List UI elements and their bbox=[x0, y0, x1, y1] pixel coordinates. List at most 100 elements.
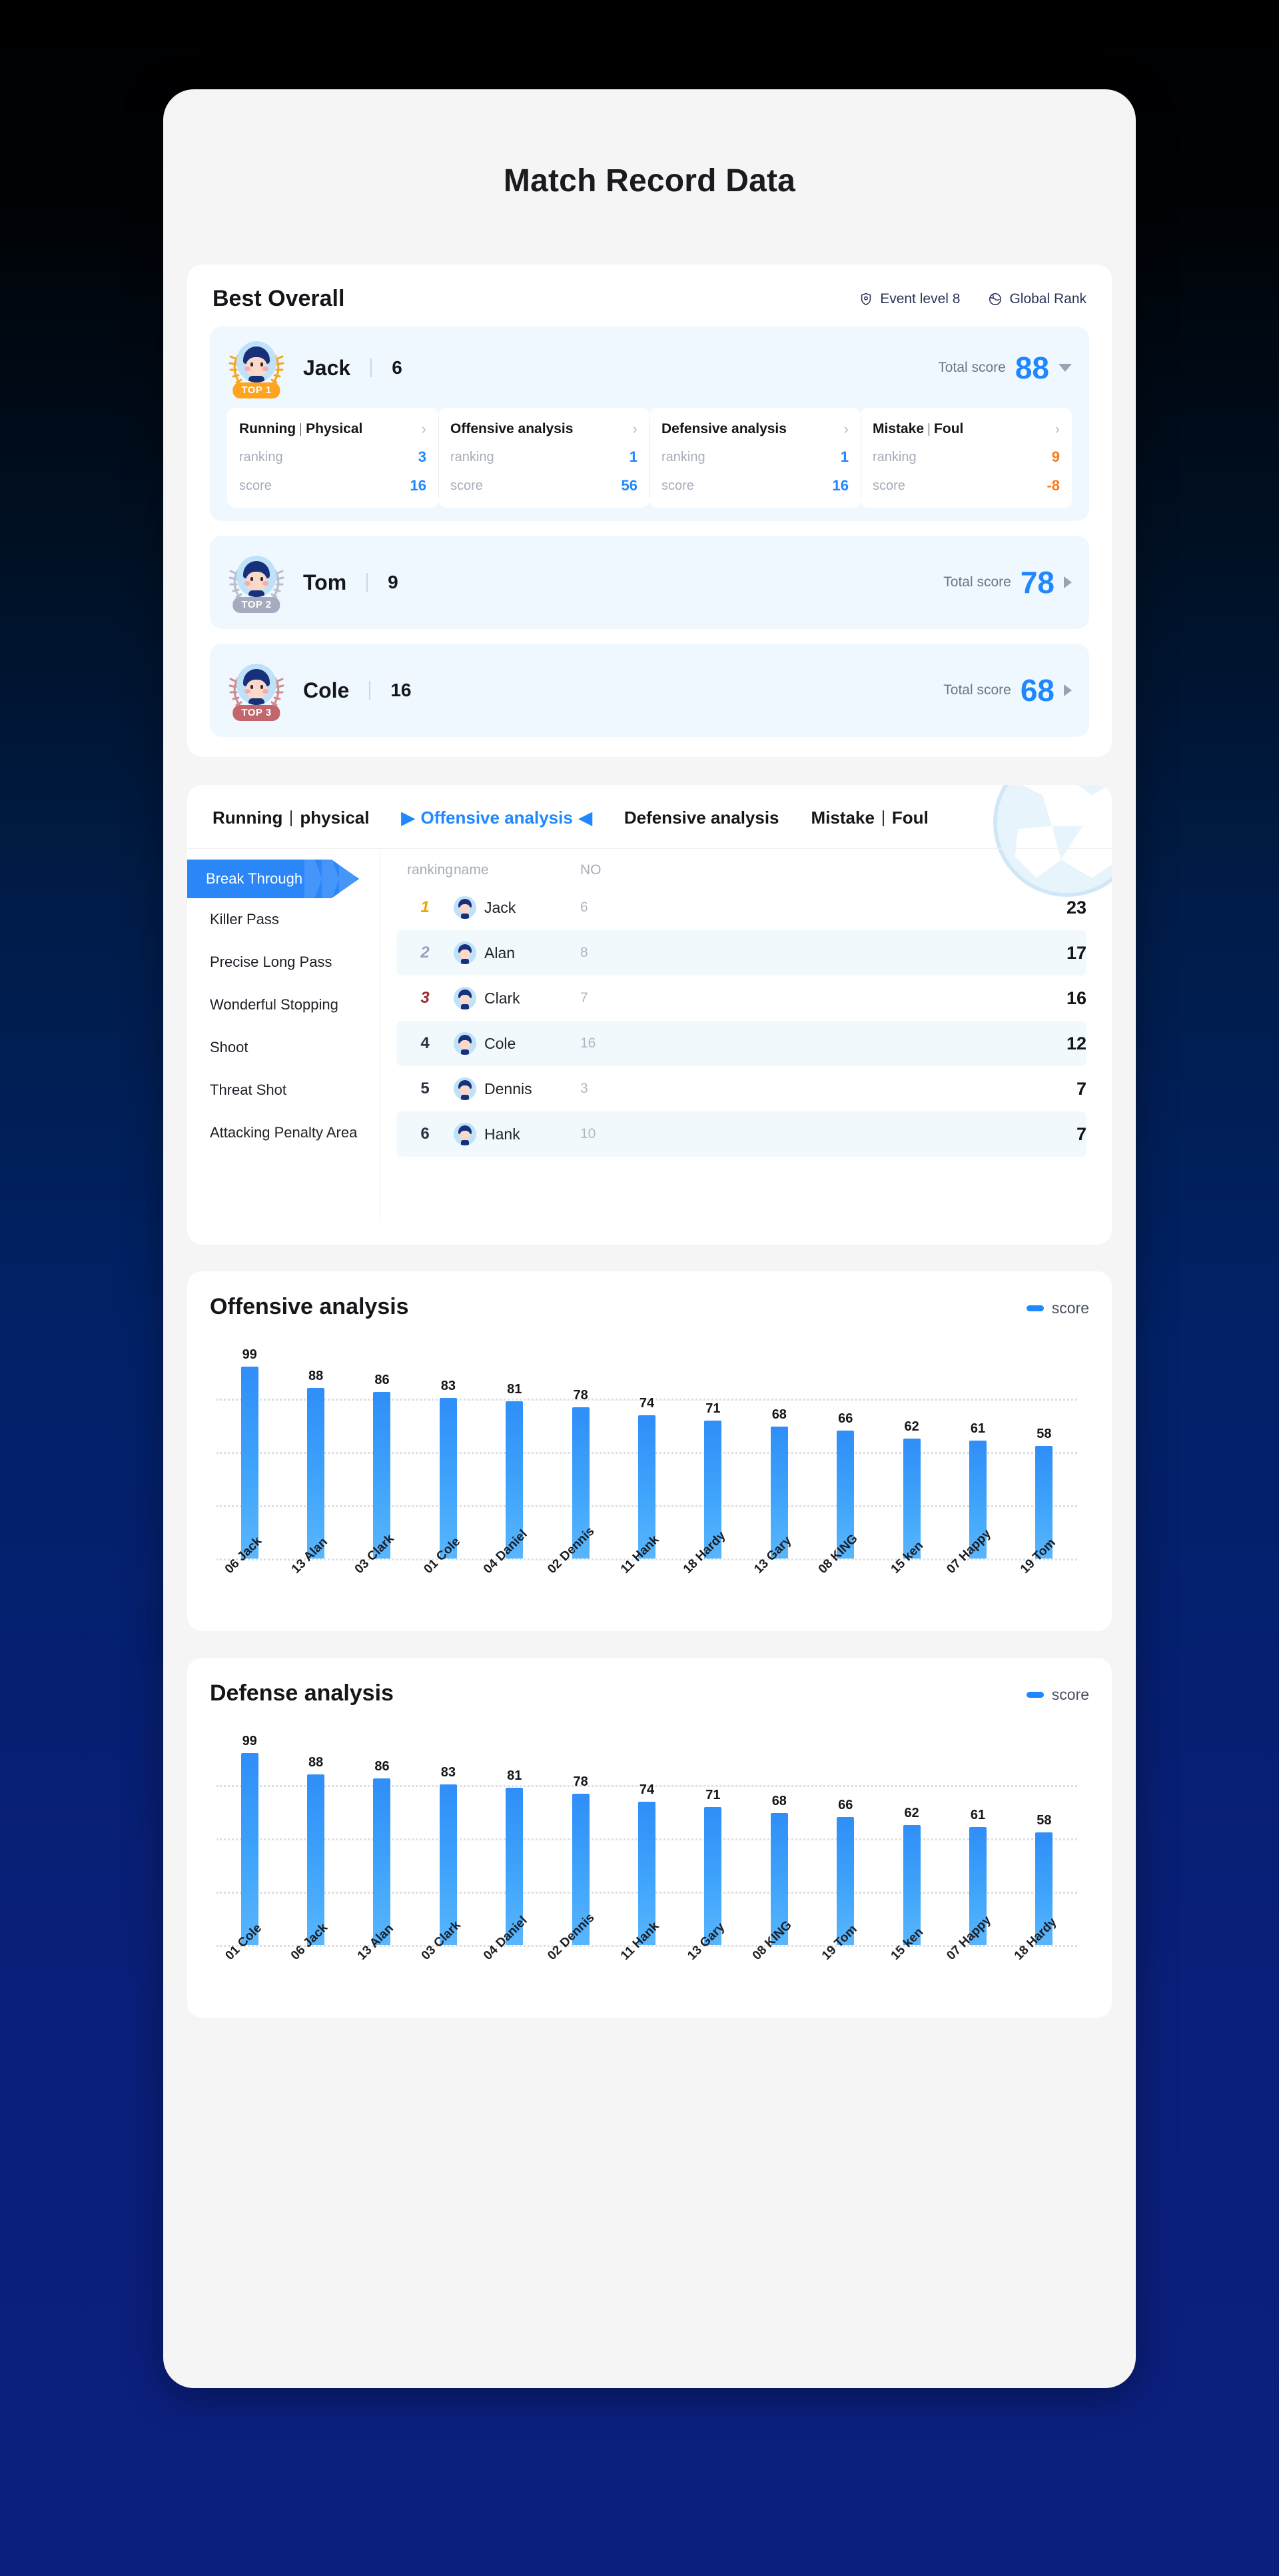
x-label-column: 06 Jack bbox=[216, 1534, 282, 1636]
bar-column[interactable]: 61 bbox=[945, 1732, 1011, 1945]
x-label-column: 07 Happy bbox=[944, 1527, 1011, 1636]
divider bbox=[369, 681, 371, 700]
table-row[interactable]: 5 Dennis 3 7 bbox=[396, 1066, 1086, 1111]
x-label-column: 01 Cole bbox=[415, 1535, 481, 1636]
avatar: TOP 2 bbox=[227, 553, 286, 613]
bar-column[interactable]: 61 bbox=[945, 1345, 1011, 1559]
bar-column[interactable]: 74 bbox=[614, 1345, 679, 1559]
sidebar-item-precise-long-pass[interactable]: Precise Long Pass bbox=[187, 941, 380, 983]
bar-value-label: 83 bbox=[440, 1764, 456, 1780]
bar-column[interactable]: 66 bbox=[813, 1345, 879, 1559]
bar-column[interactable]: 86 bbox=[349, 1732, 415, 1945]
chevron-right-icon[interactable]: › bbox=[1055, 422, 1060, 436]
player-summary[interactable]: TOP 3 Cole 16 Total score 68 bbox=[227, 661, 1072, 721]
bar-column[interactable]: 88 bbox=[282, 1345, 348, 1559]
chevron-right-icon[interactable] bbox=[1064, 684, 1072, 696]
bar[interactable] bbox=[307, 1388, 325, 1559]
bar-value-label: 88 bbox=[308, 1755, 324, 1770]
event-level-chip[interactable]: Event level 8 bbox=[859, 291, 960, 307]
bar-column[interactable]: 66 bbox=[813, 1732, 879, 1945]
stat-ranking-value: 1 bbox=[629, 448, 638, 465]
sidebar-item-label: Break Through bbox=[206, 870, 303, 887]
bar-column[interactable]: 71 bbox=[680, 1345, 746, 1559]
bar[interactable] bbox=[373, 1778, 391, 1945]
metric-sidebar: Break Through Killer Pass Precise Long P… bbox=[187, 849, 380, 1222]
row-no: 7 bbox=[580, 990, 588, 1005]
global-rank-chip[interactable]: Global Rank bbox=[988, 291, 1086, 307]
bar-column[interactable]: 58 bbox=[1011, 1732, 1077, 1945]
player-row[interactable]: TOP 2 Tom 9 Total score 78 bbox=[210, 536, 1089, 629]
bar-column[interactable]: 78 bbox=[548, 1345, 614, 1559]
tab-defensive-analysis[interactable]: Defensive analysis bbox=[624, 808, 779, 828]
table-row[interactable]: 3 Clark 7 16 bbox=[396, 975, 1086, 1021]
tab-mistake-foul[interactable]: Mistake Foul bbox=[811, 808, 929, 828]
ranking-panel: Running physical ▶ Offensive analysis ◀ … bbox=[187, 785, 1112, 1245]
chevron-right-icon[interactable]: › bbox=[844, 422, 849, 436]
table-row[interactable]: 1 Jack 6 23 bbox=[396, 885, 1086, 930]
bar-column[interactable]: 83 bbox=[415, 1732, 481, 1945]
bar-column[interactable]: 86 bbox=[349, 1345, 415, 1559]
bar[interactable] bbox=[307, 1774, 325, 1945]
player-row[interactable]: TOP 3 Cole 16 Total score 68 bbox=[210, 644, 1089, 737]
bar-column[interactable]: 71 bbox=[680, 1732, 746, 1945]
sidebar-item-attacking-penalty-area[interactable]: Attacking Penalty Area bbox=[187, 1111, 380, 1154]
row-rank: 1 bbox=[420, 898, 430, 916]
stat-score-value: 16 bbox=[410, 477, 426, 494]
stat-card-defensive-analysis[interactable]: Defensive analysis › ranking 1 score 16 bbox=[649, 408, 861, 508]
stat-card-mistake-foul[interactable]: Mistake Foul › ranking 9 score -8 bbox=[861, 408, 1072, 508]
player-summary[interactable]: TOP 2 Tom 9 Total score 78 bbox=[227, 553, 1072, 613]
bar[interactable] bbox=[240, 1367, 258, 1559]
row-name: Clark bbox=[484, 989, 520, 1007]
stat-card-running-physical[interactable]: Running Physical › ranking 3 score 16 bbox=[227, 408, 438, 508]
table-row[interactable]: 6 Hank 10 7 bbox=[396, 1111, 1086, 1157]
bar-column[interactable]: 68 bbox=[746, 1345, 812, 1559]
row-rank: 4 bbox=[420, 1034, 430, 1052]
bar-column[interactable]: 78 bbox=[548, 1732, 614, 1945]
stat-card-offensive-analysis[interactable]: Offensive analysis › ranking 1 score 56 bbox=[438, 408, 649, 508]
chevron-right-icon[interactable]: › bbox=[422, 422, 426, 436]
tab-running-physical[interactable]: Running physical bbox=[213, 808, 369, 828]
chevron-right-icon[interactable] bbox=[1064, 576, 1072, 588]
bar-column[interactable]: 81 bbox=[482, 1732, 548, 1945]
bar-column[interactable]: 99 bbox=[216, 1345, 282, 1559]
best-overall-meta: Event level 8 Global Rank bbox=[859, 291, 1086, 307]
sidebar-item-break-through[interactable]: Break Through bbox=[187, 860, 380, 898]
player-row[interactable]: TOP 1 Jack 6 Total score 88 Running Phys… bbox=[210, 326, 1089, 521]
bar-column[interactable]: 62 bbox=[879, 1345, 945, 1559]
bar-column[interactable]: 99 bbox=[216, 1732, 282, 1945]
best-overall-title: Best Overall bbox=[213, 286, 345, 311]
sidebar-item-shoot[interactable]: Shoot bbox=[187, 1026, 380, 1069]
sidebar-item-killer-pass[interactable]: Killer Pass bbox=[187, 898, 380, 941]
chart-card-offensive: Offensive analysis score 99 88 86 83 81 78 74 7… bbox=[187, 1271, 1112, 1631]
bar-column[interactable]: 81 bbox=[482, 1345, 548, 1559]
sidebar-item-threat-shot[interactable]: Threat Shot bbox=[187, 1069, 380, 1111]
bar-column[interactable]: 83 bbox=[415, 1345, 481, 1559]
row-name: Alan bbox=[484, 944, 516, 962]
bar-column[interactable]: 68 bbox=[746, 1732, 812, 1945]
row-rank: 3 bbox=[420, 989, 430, 1007]
event-level-label: Event level 8 bbox=[880, 291, 961, 307]
bar-column[interactable]: 58 bbox=[1011, 1345, 1077, 1559]
bar[interactable] bbox=[240, 1753, 258, 1945]
stat-score-value: 16 bbox=[832, 477, 849, 494]
stat-title-b: Physical bbox=[306, 421, 363, 436]
bar-column[interactable]: 74 bbox=[614, 1732, 679, 1945]
row-no: 8 bbox=[580, 945, 588, 960]
ranking-tabs: Running physical ▶ Offensive analysis ◀ … bbox=[187, 785, 1112, 849]
bar[interactable] bbox=[439, 1397, 457, 1559]
divider bbox=[370, 358, 372, 377]
tab-offensive-analysis[interactable]: ▶ Offensive analysis ◀ bbox=[401, 808, 592, 828]
bar-column[interactable]: 88 bbox=[282, 1732, 348, 1945]
table-row[interactable]: 4 Cole 16 12 bbox=[396, 1021, 1086, 1066]
table-row[interactable]: 2 Alan 8 17 bbox=[396, 930, 1086, 975]
stat-score-label: score bbox=[661, 478, 694, 493]
chevron-right-icon[interactable]: › bbox=[633, 422, 638, 436]
chevron-down-icon[interactable] bbox=[1059, 364, 1072, 372]
player-summary[interactable]: TOP 1 Jack 6 Total score 88 bbox=[227, 338, 1072, 398]
row-value: 7 bbox=[1076, 1078, 1086, 1099]
bar-column[interactable]: 62 bbox=[879, 1732, 945, 1945]
sidebar-item-wonderful-stopping[interactable]: Wonderful Stopping bbox=[187, 983, 380, 1026]
chart-bars: 99 88 86 83 81 78 74 71 68 66 62 61 58 bbox=[216, 1732, 1077, 1945]
bar-value-label: 68 bbox=[771, 1794, 787, 1809]
bar-value-label: 81 bbox=[507, 1382, 522, 1397]
